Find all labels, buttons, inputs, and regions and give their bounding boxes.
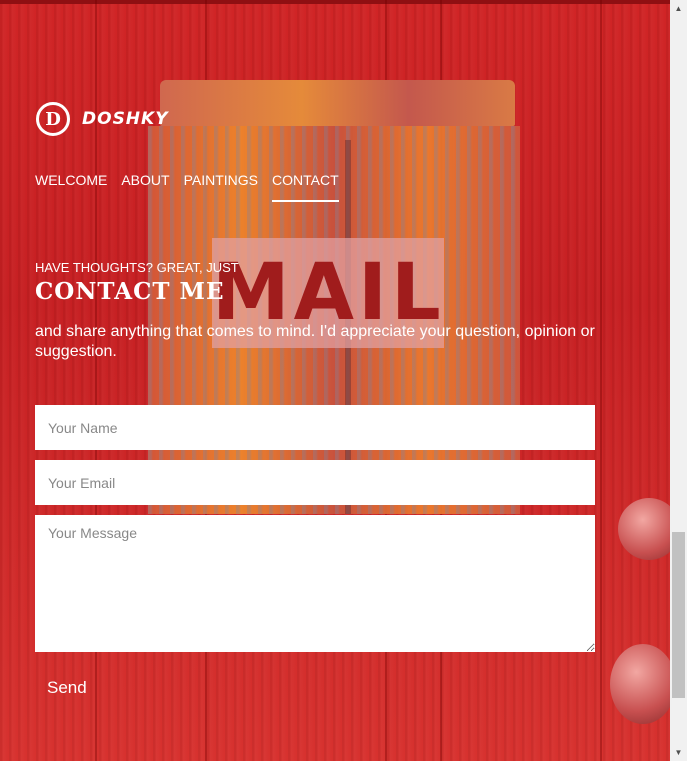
- logo-mark-icon: D: [36, 102, 70, 136]
- nav-item-about[interactable]: ABOUT: [121, 172, 169, 196]
- door-knob: [618, 498, 670, 560]
- page-title: CONTACT ME: [35, 278, 225, 305]
- email-input[interactable]: [35, 460, 595, 505]
- message-input[interactable]: [35, 515, 595, 652]
- nav-item-contact[interactable]: CONTACT: [272, 172, 339, 202]
- intro-text: and share anything that comes to mind. I…: [35, 323, 595, 360]
- scroll-up-arrow-icon[interactable]: ▲: [670, 0, 687, 17]
- name-input[interactable]: [35, 405, 595, 450]
- scroll-down-arrow-icon[interactable]: ▼: [670, 744, 687, 761]
- wood-plank-seam: [600, 0, 602, 761]
- nav-item-welcome[interactable]: WELCOME: [35, 172, 107, 196]
- send-button[interactable]: Send: [35, 674, 99, 702]
- logo-text: DOSHKY: [82, 109, 169, 129]
- mailbox-lid: [160, 80, 515, 126]
- scrollbar[interactable]: ▲ ▼: [670, 0, 687, 761]
- section-eyebrow: HAVE THOUGHTS? GREAT, JUST: [35, 260, 239, 275]
- scrollbar-thumb[interactable]: [672, 532, 685, 698]
- site-logo[interactable]: D DOSHKY: [36, 102, 169, 136]
- top-border: [0, 0, 670, 4]
- main-nav: WELCOME ABOUT PAINTINGS CONTACT: [35, 172, 339, 202]
- nav-item-paintings[interactable]: PAINTINGS: [184, 172, 258, 196]
- door-knob: [610, 644, 670, 724]
